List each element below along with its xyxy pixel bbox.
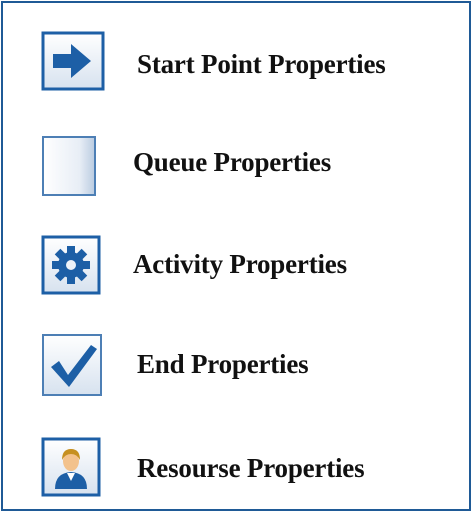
legend-item-resource: Resourse Properties xyxy=(3,431,469,511)
legend-label-resource: Resourse Properties xyxy=(137,453,365,483)
arrow-right-icon xyxy=(41,31,105,91)
person-icon xyxy=(41,437,101,497)
legend-label-end: End Properties xyxy=(137,349,309,379)
queue-box-icon xyxy=(41,135,97,197)
legend-label-start-point: Start Point Properties xyxy=(137,49,386,79)
legend-label-queue: Queue Properties xyxy=(133,147,332,177)
legend-item-activity: Activity Properties xyxy=(3,227,469,307)
legend-item-queue: Queue Properties xyxy=(3,125,469,205)
gear-icon xyxy=(41,235,101,295)
legend-item-end: End Properties xyxy=(3,329,469,409)
legend-item-start-point: Start Point Properties xyxy=(3,25,469,105)
legend-label-activity: Activity Properties xyxy=(133,249,347,279)
checkmark-icon xyxy=(41,333,103,397)
properties-legend-panel: Start Point Properties Queue Properties xyxy=(1,1,471,511)
